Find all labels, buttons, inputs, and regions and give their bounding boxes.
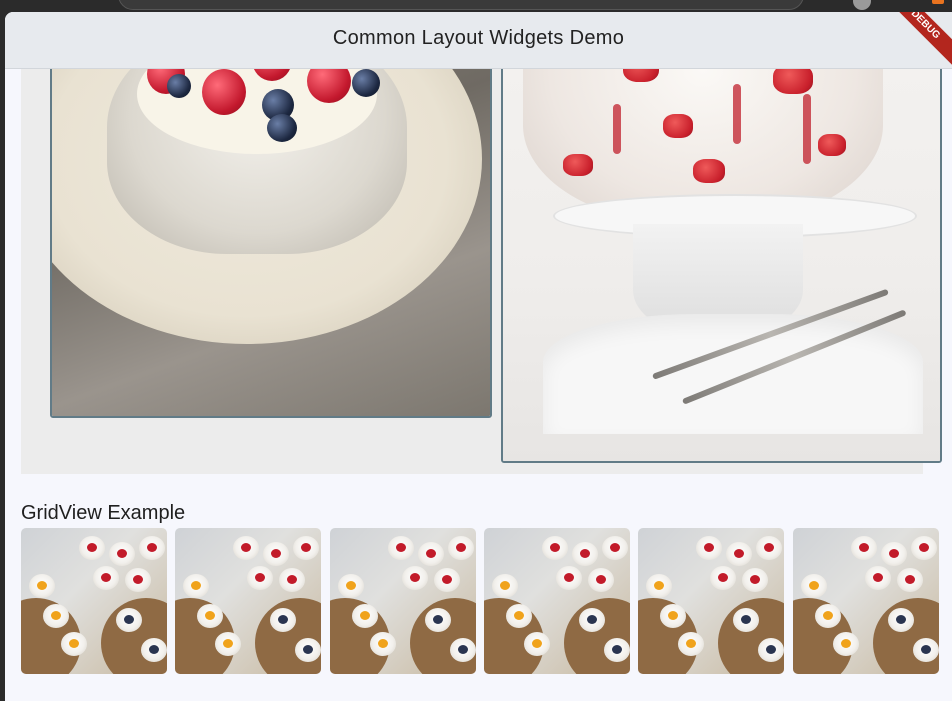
mini-pavlova <box>139 536 165 560</box>
grid-tile[interactable] <box>21 528 167 674</box>
mini-pavlova <box>524 632 550 656</box>
mini-pavlova <box>79 536 105 560</box>
mini-pavlova <box>881 542 907 566</box>
stack-image-card-pavlova-berries <box>50 12 492 418</box>
strawberry <box>663 114 693 138</box>
mini-pavlova <box>352 604 378 628</box>
mini-pavlova <box>418 542 444 566</box>
mini-pavlova <box>43 604 69 628</box>
mini-pavlova <box>602 536 628 560</box>
raspberry <box>202 69 246 115</box>
mini-pavlova <box>295 638 321 662</box>
mini-pavlova <box>233 536 259 560</box>
mini-pavlova <box>215 632 241 656</box>
mini-pavlova <box>696 536 722 560</box>
mini-pavlova <box>851 536 877 560</box>
gridview[interactable] <box>21 528 952 674</box>
mini-pavlova <box>542 536 568 560</box>
mini-pavlova <box>434 568 460 592</box>
gridview-section-title: GridView Example <box>21 502 186 524</box>
profile-icon[interactable] <box>853 0 871 10</box>
extension-icon[interactable] <box>932 0 944 4</box>
mini-pavlova <box>247 566 273 590</box>
mini-pavlova <box>913 638 939 662</box>
mini-pavlova <box>758 638 784 662</box>
mini-pavlova <box>197 604 223 628</box>
mini-pavlova <box>897 568 923 592</box>
mini-pavlova <box>425 608 451 632</box>
mini-pavlova <box>756 536 782 560</box>
mini-pavlova <box>293 536 319 560</box>
linen-cloth <box>543 314 923 434</box>
mini-pavlova <box>93 566 119 590</box>
strawberry <box>693 159 725 183</box>
blueberry <box>267 114 297 142</box>
mini-pavlova <box>109 542 135 566</box>
mini-pavlova <box>370 632 396 656</box>
grid-tile[interactable] <box>175 528 321 674</box>
mini-pavlova <box>125 568 151 592</box>
mini-pavlova <box>710 566 736 590</box>
grid-tile[interactable] <box>330 528 476 674</box>
mini-pavlova <box>646 574 672 598</box>
pavlova-tower-image <box>503 14 940 461</box>
mini-pavlova <box>678 632 704 656</box>
app-bar: Common Layout Widgets Demo DEBUG <box>5 12 952 71</box>
stack-container <box>21 12 942 474</box>
sauce-drip <box>613 104 621 154</box>
pavlova-berries-image <box>52 14 490 416</box>
mini-pavlova <box>833 632 859 656</box>
mini-pavlova <box>402 566 428 590</box>
address-bar[interactable] <box>118 0 804 10</box>
mini-pavlova <box>572 542 598 566</box>
mini-pavlova <box>588 568 614 592</box>
mini-pavlova <box>506 604 532 628</box>
app-window: Common Layout Widgets Demo DEBUG GridVie… <box>5 12 952 701</box>
blueberry <box>167 74 191 98</box>
grid-tile[interactable] <box>793 528 939 674</box>
mini-pavlova <box>338 574 364 598</box>
mini-pavlova <box>888 608 914 632</box>
mini-pavlova <box>911 536 937 560</box>
strawberry <box>563 154 593 176</box>
mini-pavlova <box>279 568 305 592</box>
blueberry <box>352 69 380 97</box>
browser-toolbar <box>0 0 952 12</box>
mini-pavlova <box>733 608 759 632</box>
strawberry <box>818 134 846 156</box>
mini-pavlova <box>263 542 289 566</box>
grid-tile[interactable] <box>638 528 784 674</box>
sauce-drip <box>733 84 741 144</box>
mini-pavlova <box>116 608 142 632</box>
mini-pavlova <box>604 638 630 662</box>
app-title: Common Layout Widgets Demo <box>332 27 625 49</box>
stack-image-card-pavlova-tower <box>501 12 942 463</box>
mini-pavlova <box>492 574 518 598</box>
mini-pavlova <box>556 566 582 590</box>
mini-pavlova <box>183 574 209 598</box>
mini-pavlova <box>270 608 296 632</box>
mini-pavlova <box>448 536 474 560</box>
mini-pavlova <box>865 566 891 590</box>
mini-pavlova <box>29 574 55 598</box>
mini-pavlova <box>815 604 841 628</box>
sauce-drip <box>803 94 811 164</box>
mini-pavlova <box>660 604 686 628</box>
mini-pavlova <box>450 638 476 662</box>
mini-pavlova <box>742 568 768 592</box>
mini-pavlova <box>726 542 752 566</box>
mini-pavlova <box>579 608 605 632</box>
mini-pavlova <box>61 632 87 656</box>
grid-tile[interactable] <box>484 528 630 674</box>
mini-pavlova <box>388 536 414 560</box>
mini-pavlova <box>801 574 827 598</box>
mini-pavlova <box>141 638 167 662</box>
